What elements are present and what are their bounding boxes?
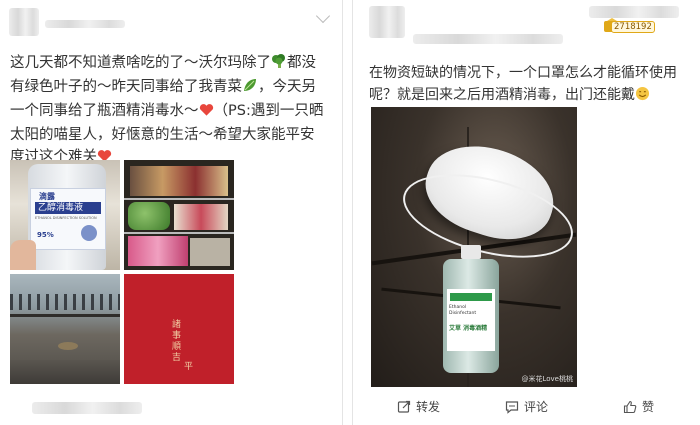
comment-icon — [505, 400, 519, 414]
photo-red-card[interactable]: 諸事順吉 平 — [124, 274, 234, 384]
like-button[interactable]: 赞 — [623, 398, 654, 415]
comment-button[interactable]: 评论 — [505, 398, 548, 415]
comment-label: 评论 — [524, 400, 549, 414]
bottle-percent: 95% — [37, 231, 54, 239]
chevron-down-icon[interactable] — [315, 8, 331, 24]
avatar[interactable] — [9, 8, 39, 36]
avatar[interactable] — [369, 6, 405, 38]
repost-icon — [397, 400, 411, 414]
leafy-greens-icon — [242, 77, 258, 100]
username[interactable] — [413, 34, 563, 44]
header-blur — [589, 6, 679, 18]
bottle-brand: 滴露 — [39, 192, 55, 201]
post-text-body: 在物资短缺的情况下，一个口罩怎么才能循环使用呢？就是回来之后用酒精消毒，出门还能… — [369, 65, 677, 103]
watermark: @米花Love桃桃 — [521, 375, 573, 383]
post-text: 这几天都不知道煮啥吃的了～沃尔玛除了 都没有绿色叶子的～昨天同事给了我青菜 ，今天另… — [10, 52, 328, 170]
repost-button[interactable]: 转发 — [397, 398, 440, 415]
user-id-badge: 2718192 — [611, 21, 655, 33]
left-post-card: 这几天都不知道煮啥吃的了～沃尔玛除了 都没有绿色叶子的～昨天同事给了我青菜 ，今天另… — [0, 0, 343, 425]
photo-cat-in-sun[interactable] — [10, 274, 120, 384]
broccoli-icon — [271, 53, 287, 76]
red-card-text-2: 平 — [184, 362, 194, 372]
red-card-text: 諸事順吉 — [172, 320, 182, 363]
alcohol-bottle: Ethanol Disinfectant 艾草 消毒酒精 — [443, 245, 499, 373]
smile-emoji-icon — [635, 86, 650, 108]
photo-disinfectant-bottle[interactable]: 滴露 乙醇消毒液 ETHANOL DISINFECTION SOLUTION 9… — [10, 160, 120, 270]
bottle-sublabel: Ethanol Disinfectant — [449, 305, 477, 316]
post-text: 在物资短缺的情况下，一个口罩怎么才能循环使用呢？就是回来之后用酒精消毒，出门还能… — [369, 62, 687, 108]
post-text-part-1: 这几天都不知道煮啥吃的了～沃尔玛除了 — [10, 55, 271, 71]
right-post-card: 2718192 在物资短缺的情况下，一个口罩怎么才能循环使用呢？就是回来之后用酒… — [352, 0, 700, 425]
photo-fridge[interactable] — [124, 160, 234, 270]
blurred-footer — [32, 402, 142, 414]
heart-icon — [199, 102, 214, 124]
repost-label: 转发 — [416, 400, 441, 414]
photo-mask-and-alcohol[interactable]: Ethanol Disinfectant 艾草 消毒酒精 @米花Love桃桃 — [371, 107, 577, 387]
bottle-label: 乙醇消毒液 — [38, 203, 84, 213]
bottle-label: 艾草 消毒酒精 — [449, 325, 488, 332]
thumbs-up-icon — [623, 400, 637, 414]
username[interactable] — [45, 20, 125, 28]
bottle-sublabel: ETHANOL DISINFECTION SOLUTION — [35, 216, 97, 220]
like-label: 赞 — [642, 400, 655, 414]
